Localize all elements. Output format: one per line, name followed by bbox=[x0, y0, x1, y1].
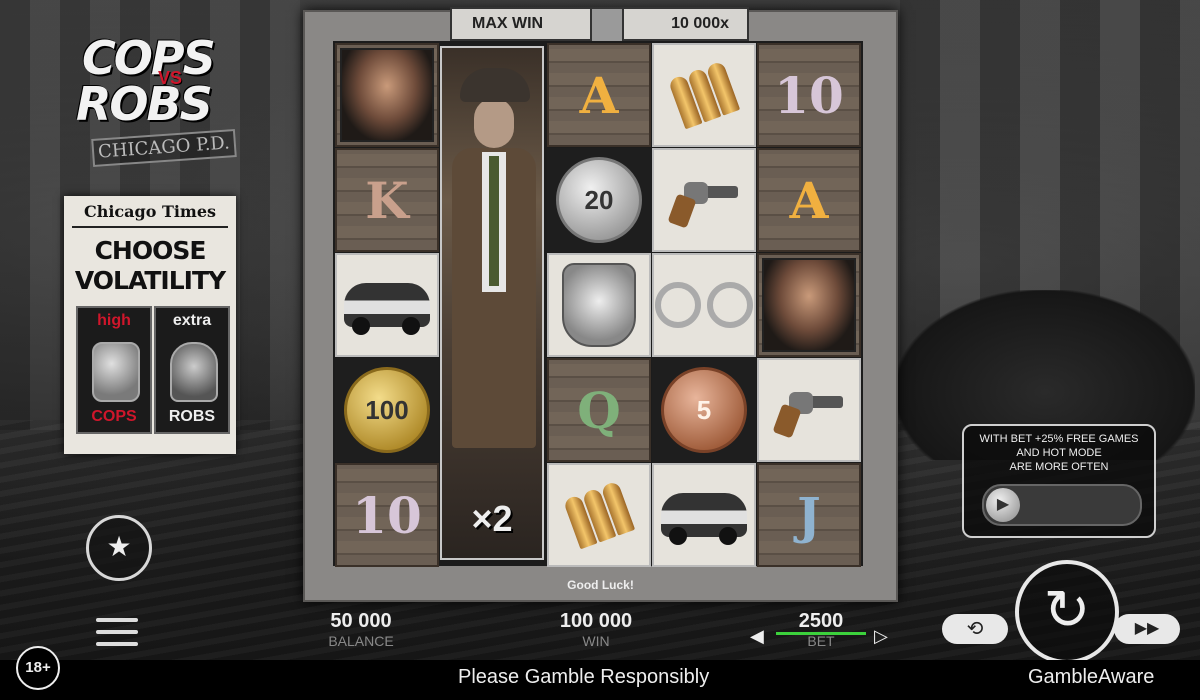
symbol-coin-20: 20 bbox=[547, 148, 651, 252]
balance-value: 50 000 bbox=[330, 610, 392, 632]
letter-ten: 10 bbox=[774, 65, 844, 125]
letter-a: A bbox=[579, 65, 619, 125]
bet-label: BET bbox=[807, 633, 835, 649]
revolver-icon bbox=[772, 390, 845, 439]
star-icon[interactable]: ★ bbox=[86, 515, 152, 581]
bullets-icon bbox=[562, 480, 636, 550]
volatility-high-cops-button[interactable]: high COPS bbox=[76, 306, 152, 434]
symbol-ten: 10 bbox=[335, 463, 439, 567]
volatility-cops-label: COPS bbox=[91, 408, 137, 425]
bullets-icon bbox=[667, 60, 741, 130]
bet-value: 2500 bbox=[798, 610, 844, 632]
responsible-gambling-text: Please Gamble Responsibly bbox=[458, 666, 710, 688]
robber-portrait-icon bbox=[340, 48, 434, 142]
symbol-bullets bbox=[652, 43, 756, 147]
symbol-j: J bbox=[757, 463, 861, 567]
play-icon: ▶ bbox=[986, 488, 1020, 522]
bet-boost-toggle[interactable]: ▶ bbox=[982, 484, 1142, 526]
detective-face bbox=[474, 98, 514, 148]
autoplay-icon[interactable]: ⟲ bbox=[942, 614, 1008, 644]
menu-icon[interactable] bbox=[96, 618, 138, 646]
volatility-newspaper: Chicago Times CHOOSE VOLATILITY high COP… bbox=[64, 196, 236, 454]
balance-label: BALANCE bbox=[328, 633, 394, 649]
max-win-value: 10 000x bbox=[671, 15, 729, 32]
handcuffs-icon bbox=[655, 282, 753, 328]
bet-decrease-icon[interactable]: ◀ bbox=[750, 626, 764, 647]
robber-portrait-icon bbox=[762, 258, 856, 352]
symbol-k: K bbox=[335, 148, 439, 252]
spin-button[interactable]: ↻ bbox=[1015, 560, 1119, 664]
revolver-icon bbox=[667, 180, 740, 229]
symbol-ten: 10 bbox=[757, 43, 861, 147]
win-display: 100 000 WIN bbox=[546, 610, 646, 649]
bet-boost-line1: WITH BET +25% FREE GAMES bbox=[979, 433, 1139, 445]
letter-q: Q bbox=[577, 380, 621, 440]
volatility-high-label: high bbox=[97, 312, 131, 329]
symbol-portrait-robber bbox=[335, 43, 439, 147]
status-message: Good Luck! bbox=[567, 578, 634, 592]
headline-line2: VOLATILITY bbox=[74, 266, 226, 295]
symbol-police-car bbox=[335, 253, 439, 357]
newspaper-rule bbox=[72, 226, 228, 228]
volatility-extra-robs-button[interactable]: extra ROBS bbox=[154, 306, 230, 434]
win-value: 100 000 bbox=[559, 610, 633, 632]
symbol-revolver bbox=[652, 148, 756, 252]
volatility-robs-label: ROBS bbox=[168, 408, 216, 425]
age-restriction-badge: 18+ bbox=[16, 646, 60, 690]
gambleaware-link[interactable]: GambleAware bbox=[1028, 666, 1154, 689]
logo-cops: COPS bbox=[82, 31, 216, 85]
letter-k: K bbox=[365, 170, 409, 230]
max-win-label: MAX WIN bbox=[472, 15, 544, 32]
reels-grid: K 100 10 A 20 Q 5 10 A J bbox=[333, 41, 863, 567]
police-badge-icon bbox=[92, 342, 140, 402]
bet-indicator-line bbox=[776, 632, 866, 635]
police-car-icon bbox=[661, 493, 747, 545]
letter-a: A bbox=[789, 170, 829, 230]
symbol-police-badge bbox=[547, 253, 651, 357]
police-badge-icon bbox=[562, 263, 636, 347]
ring-icon bbox=[170, 342, 218, 402]
silver-coin-icon: 20 bbox=[556, 157, 642, 243]
safe-icon bbox=[590, 7, 624, 43]
symbol-revolver bbox=[757, 358, 861, 462]
symbol-a: A bbox=[547, 43, 651, 147]
wild-multiplier: ×2 bbox=[471, 498, 513, 539]
symbol-bullets bbox=[547, 463, 651, 567]
police-car-icon bbox=[344, 283, 430, 335]
letter-j: J bbox=[797, 485, 821, 545]
logo-robs: ROBS bbox=[76, 77, 213, 131]
symbol-q: Q bbox=[547, 358, 651, 462]
bet-boost-line3: ARE MORE OFTEN bbox=[1009, 461, 1109, 473]
max-win-plaque: MAX WIN 10 000x bbox=[450, 7, 749, 43]
volatility-extra-label: extra bbox=[172, 312, 212, 329]
newspaper-title: Chicago Times bbox=[83, 202, 217, 221]
gold-coin-icon: 100 bbox=[344, 367, 430, 453]
detective-wild-symbol: ×2 bbox=[440, 46, 544, 560]
win-label: WIN bbox=[582, 633, 610, 649]
detective-tie bbox=[489, 156, 499, 286]
symbol-coin-100: 100 bbox=[335, 358, 439, 462]
symbol-coin-5: 5 bbox=[652, 358, 756, 462]
headline-line1: CHOOSE bbox=[94, 236, 207, 265]
copper-coin-icon: 5 bbox=[661, 367, 747, 453]
bet-boost-panel: WITH BET +25% FREE GAMES AND HOT MODE AR… bbox=[962, 424, 1156, 538]
symbol-handcuffs bbox=[652, 253, 756, 357]
bet-boost-text: WITH BET +25% FREE GAMES AND HOT MODE AR… bbox=[964, 432, 1154, 474]
detective-hat-icon bbox=[460, 68, 530, 102]
bet-boost-line2: AND HOT MODE bbox=[1016, 447, 1102, 459]
bet-increase-icon[interactable]: ▷ bbox=[874, 626, 888, 647]
newspaper-headline: CHOOSE VOLATILITY bbox=[64, 236, 236, 296]
turbo-icon[interactable]: ▶▶ bbox=[1114, 614, 1180, 644]
letter-ten: 10 bbox=[352, 485, 422, 545]
bet-display: 2500 BET bbox=[776, 610, 866, 649]
symbol-a: A bbox=[757, 148, 861, 252]
symbol-police-car bbox=[652, 463, 756, 567]
balance-display: 50 000 BALANCE bbox=[316, 610, 406, 649]
symbol-portrait-robber bbox=[757, 253, 861, 357]
